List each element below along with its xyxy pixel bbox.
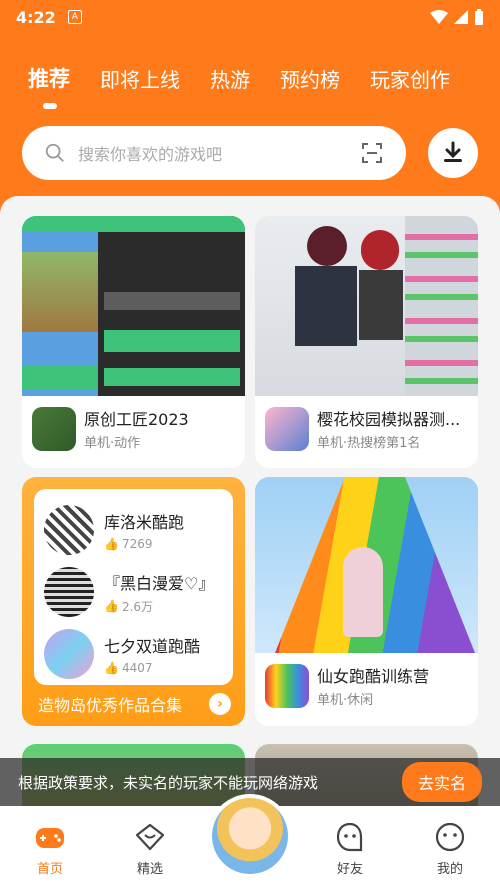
nav-featured[interactable]: 精选 <box>100 806 200 889</box>
tab-hot[interactable]: 热游 <box>210 64 250 93</box>
nav-label: 精选 <box>136 862 163 877</box>
notification-icon: A <box>67 10 82 24</box>
thumb-up-icon: 👍 <box>104 661 119 675</box>
thumb-up-icon: 👍 <box>104 537 119 551</box>
game-thumbnail <box>22 216 245 396</box>
search-bar[interactable]: 搜索你喜欢的游戏吧 <box>22 126 406 180</box>
game-thumbnail <box>255 216 478 396</box>
collection-item[interactable]: 七夕双道跑酷 👍 4407 <box>44 623 223 685</box>
collection-footer[interactable]: 造物岛优秀作品合集 › <box>38 692 231 716</box>
collection-item-likes: 👍 2.6万 <box>104 598 214 615</box>
battery-icon <box>475 9 483 25</box>
game-category: 单机·热搜榜第1名 <box>317 436 421 451</box>
creation-collection-card[interactable]: 库洛米酷跑 👍 7269 『黑白漫爱♡』 👍 2.6万 七夕双道跑酷 👍 440… <box>22 477 245 726</box>
game-app-icon <box>265 663 309 708</box>
category-tabs: 推荐 即将上线 热游 预约榜 玩家创作 <box>0 58 500 98</box>
tab-recommend[interactable]: 推荐 <box>28 63 70 93</box>
nav-label: 我的 <box>436 862 463 877</box>
heart-diamond-icon <box>135 823 165 851</box>
status-time: 4:22 <box>16 7 56 27</box>
game-category: 单机·动作 <box>84 436 141 451</box>
signal-icon <box>454 10 468 24</box>
collection-list: 库洛米酷跑 👍 7269 『黑白漫爱♡』 👍 2.6万 七夕双道跑酷 👍 440… <box>34 489 233 685</box>
like-count: 2.6万 <box>121 599 154 614</box>
scan-icon[interactable] <box>360 141 384 165</box>
game-meta: 原创工匠2023 单机·动作 <box>22 396 245 461</box>
nav-label: 好友 <box>336 862 363 877</box>
game-name: 原创工匠2023 <box>84 410 189 429</box>
game-card[interactable]: 原创工匠2023 单机·动作 <box>22 216 245 468</box>
like-count: 7269 <box>121 537 153 551</box>
game-app-icon <box>32 406 76 451</box>
verify-real-name-button[interactable]: 去实名 <box>401 762 482 802</box>
thumb-up-icon: 👍 <box>104 599 119 613</box>
friends-icon <box>336 822 363 852</box>
collection-item-title: 『黑白漫爱♡』 <box>104 573 215 593</box>
collection-item-title: 库洛米酷跑 <box>104 513 185 532</box>
collection-item-thumbnail <box>44 505 94 555</box>
tab-player-creations[interactable]: 玩家创作 <box>370 64 450 93</box>
game-meta: 樱花校园模拟器测... 单机·热搜榜第1名 <box>255 396 478 461</box>
wifi-icon <box>430 10 448 24</box>
collection-item-likes: 👍 7269 <box>104 537 184 551</box>
game-name: 仙女跑酷训练营 <box>317 667 430 686</box>
chevron-right-icon: › <box>209 693 231 715</box>
tab-upcoming[interactable]: 即将上线 <box>100 64 180 93</box>
game-meta: 仙女跑酷训练营 单机·休闲 <box>255 653 478 718</box>
collection-item-likes: 👍 4407 <box>104 661 200 675</box>
game-card[interactable]: 仙女跑酷训练营 单机·休闲 <box>255 477 478 726</box>
collection-item-title: 七夕双道跑酷 <box>104 637 201 656</box>
search-icon <box>45 143 64 162</box>
collection-title: 造物岛优秀作品合集 <box>38 696 183 715</box>
nav-profile[interactable]: 我的 <box>400 806 500 889</box>
nav-friends[interactable]: 好友 <box>300 806 400 889</box>
tab-indicator <box>43 103 57 109</box>
game-thumbnail <box>255 477 478 653</box>
profile-face-icon <box>435 822 465 852</box>
like-count: 4407 <box>121 661 153 675</box>
nav-label: 首页 <box>36 862 63 877</box>
real-name-notice: 根据政策要求，未实名的玩家不能玩网络游戏 <box>18 773 319 792</box>
download-button[interactable] <box>428 128 478 178</box>
avatar <box>212 798 288 874</box>
status-icons <box>430 9 484 25</box>
search-placeholder: 搜索你喜欢的游戏吧 <box>78 145 223 164</box>
gamepad-icon <box>36 828 64 848</box>
game-card[interactable]: 樱花校园模拟器测... 单机·热搜榜第1名 <box>255 216 478 468</box>
status-bar: 4:22 A <box>0 0 500 34</box>
center-avatar-button[interactable] <box>208 794 292 878</box>
tab-reservation-chart[interactable]: 预约榜 <box>280 64 340 93</box>
collection-item[interactable]: 库洛米酷跑 👍 7269 <box>44 499 223 561</box>
game-app-icon <box>265 406 309 451</box>
collection-item[interactable]: 『黑白漫爱♡』 👍 2.6万 <box>44 561 223 623</box>
download-icon <box>444 141 462 162</box>
collection-item-thumbnail <box>44 567 94 617</box>
game-category: 单机·休闲 <box>317 693 374 708</box>
game-name: 樱花校园模拟器测... <box>317 410 461 429</box>
collection-item-thumbnail <box>44 629 94 679</box>
nav-home[interactable]: 首页 <box>0 806 100 889</box>
